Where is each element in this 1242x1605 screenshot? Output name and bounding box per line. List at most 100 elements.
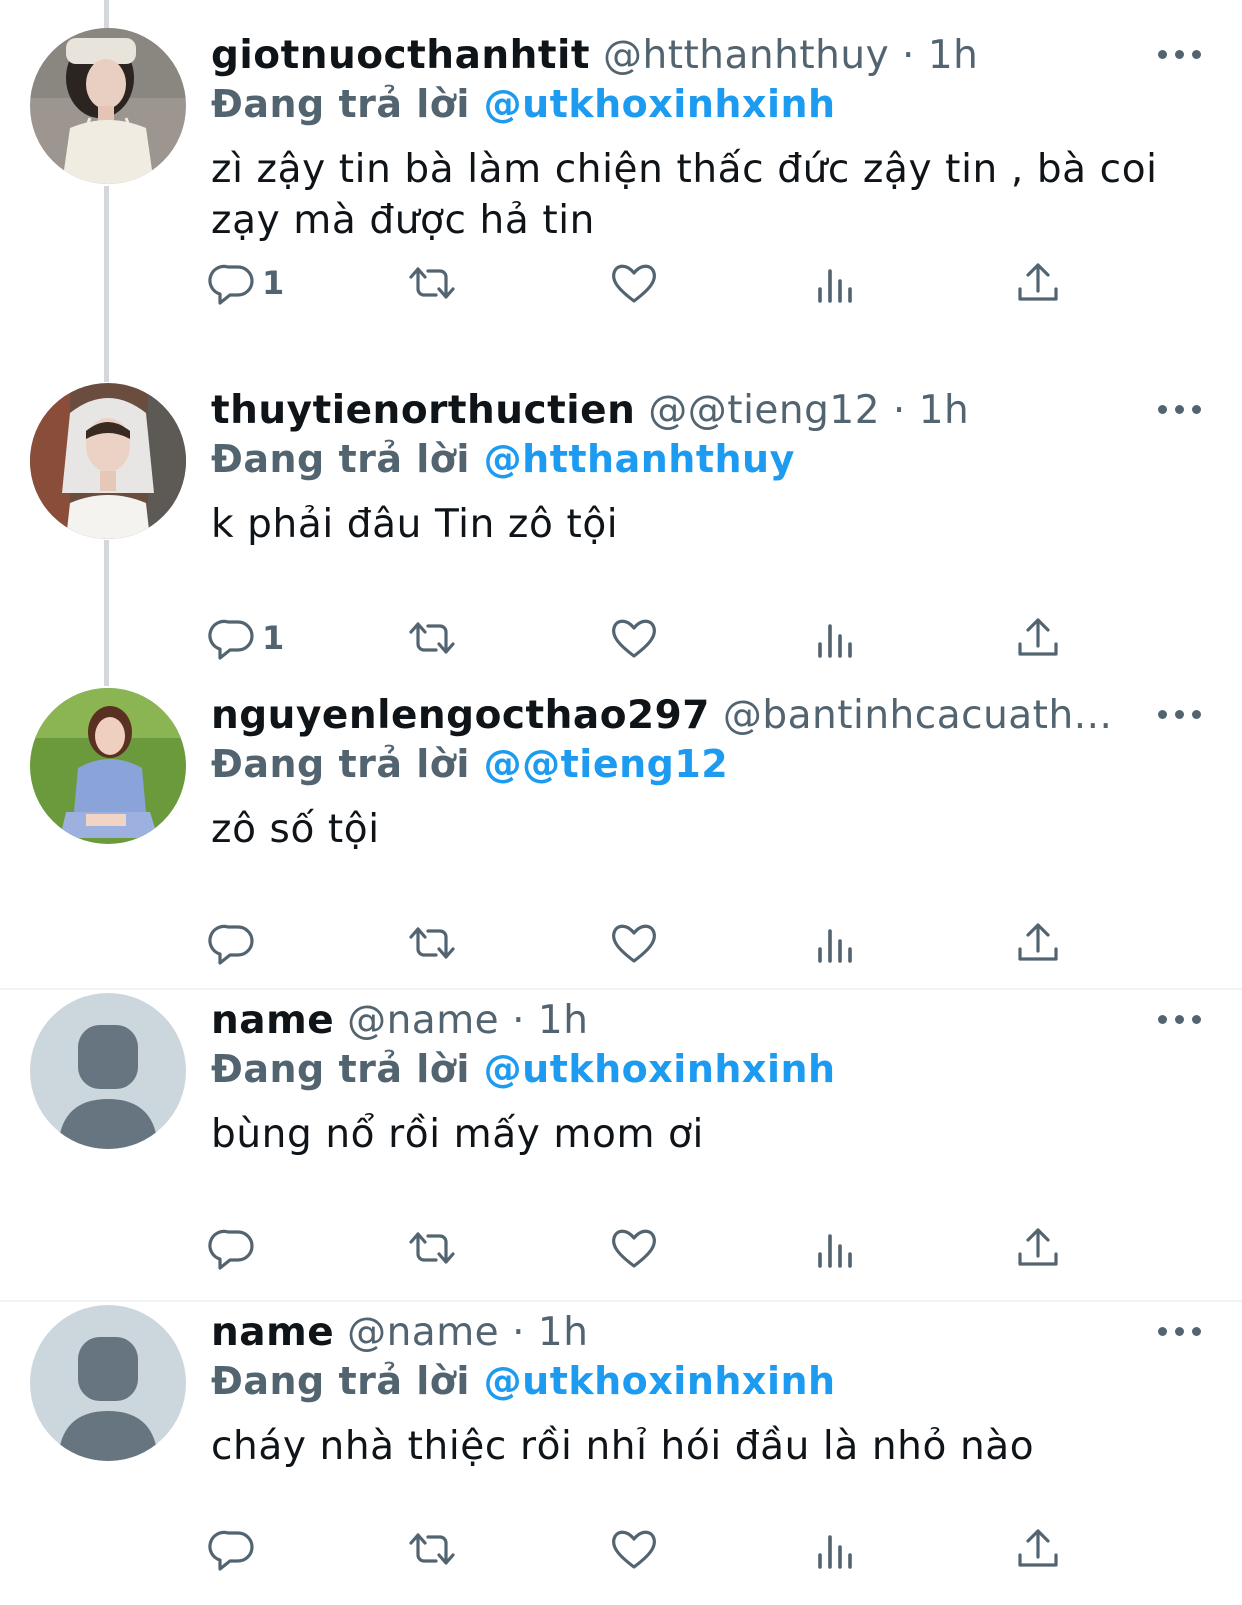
- reply-mention-link[interactable]: @htthanhthuy: [484, 437, 795, 481]
- more-icon[interactable]: [1158, 46, 1202, 62]
- user-handle[interactable]: @name: [347, 1310, 499, 1355]
- reply-button[interactable]: [206, 1220, 258, 1276]
- heart-icon: [612, 1229, 656, 1268]
- share-button[interactable]: [1012, 1521, 1064, 1577]
- retweet-icon: [409, 927, 455, 959]
- display-name[interactable]: thuytienorthuctien: [211, 388, 635, 433]
- timestamp[interactable]: 1h: [919, 388, 970, 433]
- views-button[interactable]: [810, 1220, 862, 1276]
- views-button[interactable]: [810, 255, 862, 311]
- like-button[interactable]: [608, 610, 660, 666]
- reply-mention-link[interactable]: @utkhoxinhxinh: [484, 1047, 836, 1091]
- timestamp[interactable]: 1h: [538, 998, 589, 1043]
- reply-button[interactable]: 1: [206, 610, 284, 666]
- action-bar: [200, 1521, 1100, 1577]
- like-button[interactable]: [608, 255, 660, 311]
- avatar[interactable]: [30, 688, 186, 844]
- reply-count: 1: [262, 619, 285, 657]
- tweet[interactable]: giotnuocthanhtit @htthanhthuy · 1h Đang …: [0, 0, 1242, 312]
- replying-to: Đang trả lời @@tieng12: [211, 736, 728, 792]
- tweet[interactable]: nguyenlengocthao297 @bantinhcacuath... Đ…: [0, 660, 1242, 972]
- tweet-text: zì zậy tin bà làm chiện thấc đức zậy tin…: [211, 147, 1158, 243]
- reply-mention-link[interactable]: @@tieng12: [484, 742, 729, 786]
- more-icon[interactable]: [1158, 706, 1202, 722]
- retweet-button[interactable]: [406, 1521, 458, 1577]
- reply-button[interactable]: 1: [206, 255, 284, 311]
- heart-icon: [612, 264, 656, 303]
- replying-to: Đang trả lời @utkhoxinhxinh: [211, 1353, 836, 1409]
- avatar[interactable]: [30, 28, 186, 184]
- more-icon[interactable]: [1158, 1323, 1202, 1339]
- like-button[interactable]: [608, 1220, 660, 1276]
- tweet[interactable]: thuytienorthuctien @@tieng12 · 1h Đang t…: [0, 355, 1242, 667]
- separator-dot: ·: [499, 1310, 538, 1355]
- replying-label: Đang trả lời: [211, 1047, 470, 1091]
- replying-label: Đang trả lời: [211, 82, 470, 126]
- views-button[interactable]: [810, 915, 862, 971]
- reply-button[interactable]: [206, 1521, 258, 1577]
- more-icon[interactable]: [1158, 401, 1202, 417]
- retweet-icon: [409, 1533, 455, 1565]
- like-button[interactable]: [608, 915, 660, 971]
- replying-label: Đang trả lời: [211, 1359, 470, 1403]
- retweet-button[interactable]: [406, 915, 458, 971]
- action-bar: 1: [200, 610, 1100, 666]
- views-button[interactable]: [810, 610, 862, 666]
- share-button[interactable]: [1012, 915, 1064, 971]
- replying-to: Đang trả lời @utkhoxinhxinh: [211, 1041, 836, 1097]
- more-icon[interactable]: [1158, 1011, 1202, 1027]
- share-button[interactable]: [1012, 610, 1064, 666]
- views-icon: [818, 929, 852, 963]
- timestamp[interactable]: 1h: [928, 33, 979, 78]
- tweet[interactable]: name @name · 1h Đang trả lời @utkhoxinhx…: [0, 1277, 1242, 1589]
- tweet-text: bùng nổ rồi mấy mom ơi: [211, 1112, 704, 1157]
- tweet-text: zô số tội: [211, 807, 380, 852]
- share-icon: [1018, 923, 1058, 961]
- share-button[interactable]: [1012, 255, 1064, 311]
- tweet-text: cháy nhà thiệc rồi nhỉ hói đầu là nhỏ nà…: [211, 1424, 1035, 1469]
- user-handle[interactable]: @htthanhthuy: [603, 33, 889, 78]
- replying-to: Đang trả lời @htthanhthuy: [211, 431, 795, 487]
- share-icon: [1018, 1529, 1058, 1567]
- reply-button[interactable]: [206, 915, 258, 971]
- separator-dot: ·: [880, 388, 919, 433]
- replying-to: Đang trả lời @utkhoxinhxinh: [211, 76, 836, 132]
- user-handle[interactable]: @name: [347, 998, 499, 1043]
- retweet-button[interactable]: [406, 1220, 458, 1276]
- retweet-button[interactable]: [406, 610, 458, 666]
- reply-icon: [208, 924, 254, 965]
- display-name[interactable]: giotnuocthanhtit: [211, 33, 590, 78]
- default-avatar[interactable]: [30, 993, 186, 1149]
- display-name[interactable]: nguyenlengocthao297: [211, 693, 710, 738]
- share-icon: [1018, 618, 1058, 656]
- views-button[interactable]: [810, 1521, 862, 1577]
- tweet[interactable]: name @name · 1h Đang trả lời @utkhoxinhx…: [0, 965, 1242, 1277]
- views-icon: [818, 269, 852, 303]
- timestamp[interactable]: 1h: [538, 1310, 589, 1355]
- replying-label: Đang trả lời: [211, 742, 470, 786]
- reply-mention-link[interactable]: @utkhoxinhxinh: [484, 1359, 836, 1403]
- heart-icon: [612, 924, 656, 963]
- reply-count: 1: [262, 264, 285, 302]
- share-icon: [1018, 1228, 1058, 1266]
- reply-icon: [208, 619, 254, 660]
- display-name[interactable]: name: [211, 1310, 334, 1355]
- display-name[interactable]: name: [211, 998, 334, 1043]
- action-bar: [200, 1220, 1100, 1276]
- reply-icon: [208, 1530, 254, 1571]
- retweet-button[interactable]: [406, 255, 458, 311]
- reply-icon: [208, 264, 254, 305]
- views-icon: [818, 624, 852, 658]
- user-handle[interactable]: @bantinhcacuath...: [723, 693, 1113, 738]
- default-avatar[interactable]: [30, 1305, 186, 1461]
- replying-label: Đang trả lời: [211, 437, 470, 481]
- reply-mention-link[interactable]: @utkhoxinhxinh: [484, 82, 836, 126]
- avatar[interactable]: [30, 383, 186, 539]
- like-button[interactable]: [608, 1521, 660, 1577]
- retweet-icon: [409, 1232, 455, 1264]
- action-bar: 1: [200, 255, 1100, 311]
- share-button[interactable]: [1012, 1220, 1064, 1276]
- heart-icon: [612, 619, 656, 658]
- retweet-icon: [409, 622, 455, 654]
- user-handle[interactable]: @@tieng12: [648, 388, 880, 433]
